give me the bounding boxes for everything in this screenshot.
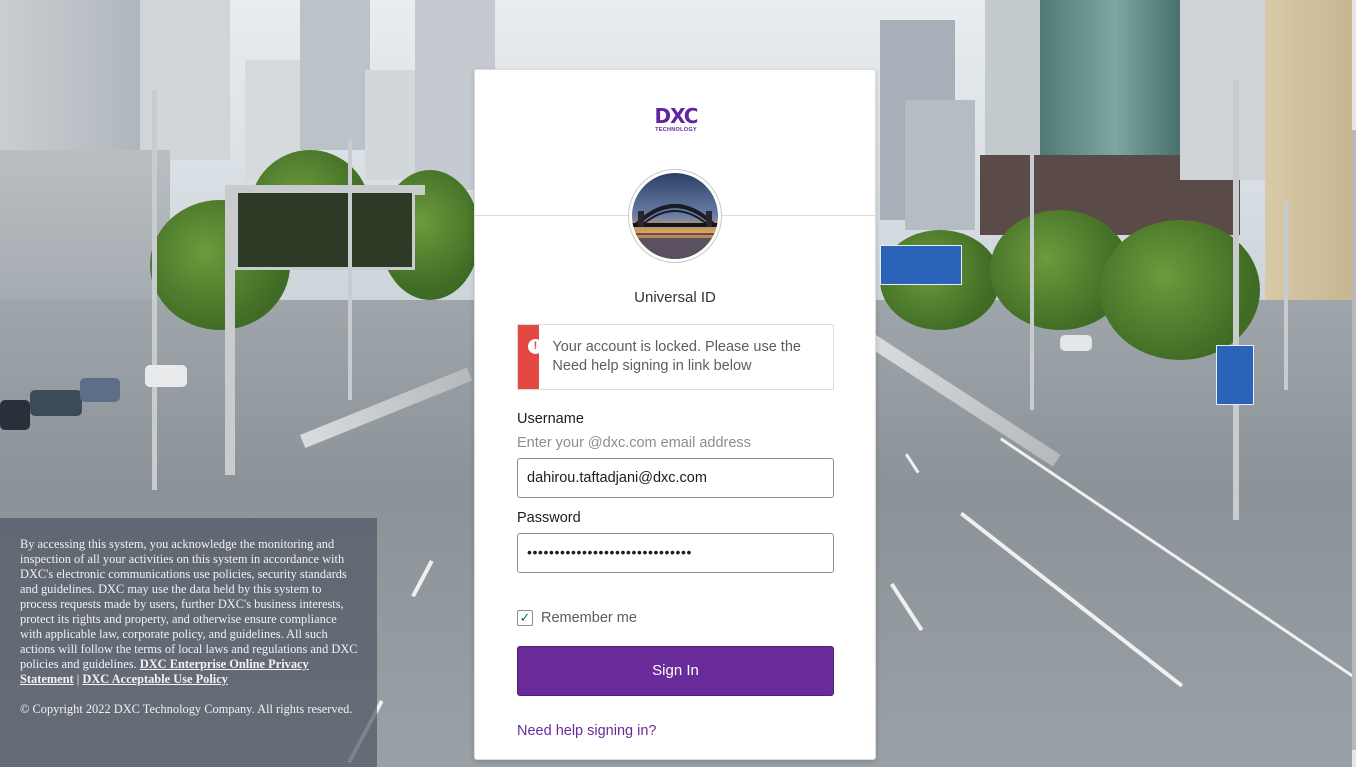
username-hint: Enter your @dxc.com email address — [517, 435, 751, 451]
need-help-link[interactable]: Need help signing in? — [517, 723, 656, 739]
alert-message: Your account is locked. Please use the N… — [552, 339, 801, 374]
alert-bar: ! — [518, 325, 543, 389]
remember-me[interactable]: ✓ Remember me — [517, 610, 637, 626]
disclaimer-text: By accessing this system, you acknowledg… — [20, 537, 358, 671]
username-label: Username — [517, 411, 584, 427]
logo-mark: DXC — [654, 104, 699, 128]
page-scrollbar[interactable] — [1352, 0, 1356, 767]
avatar — [628, 169, 722, 263]
username-input[interactable] — [517, 458, 834, 498]
remember-me-checkbox[interactable]: ✓ — [517, 610, 533, 626]
copyright-text: © Copyright 2022 DXC Technology Company.… — [20, 702, 353, 716]
harbour-bridge-image — [632, 173, 718, 259]
account-locked-alert: ! Your account is locked. Please use the… — [517, 324, 834, 390]
password-masked-value: •••••••••••••••••••••••••••••• — [527, 544, 693, 560]
login-card: DXC TECHNOLOGY Universal ID ! Your accou… — [474, 69, 876, 760]
sign-in-button[interactable]: Sign In — [517, 646, 834, 696]
link-separator: | — [76, 672, 80, 686]
acceptable-use-policy-link[interactable]: DXC Acceptable Use Policy — [82, 672, 228, 686]
page-title: Universal ID — [634, 289, 716, 306]
remember-me-label[interactable]: Remember me — [541, 610, 637, 626]
dxc-logo: DXC TECHNOLOGY — [652, 106, 700, 136]
scrollbar-thumb[interactable] — [1352, 130, 1356, 750]
password-label: Password — [517, 510, 581, 526]
logo-subtext: TECHNOLOGY — [655, 127, 697, 133]
legal-disclaimer: By accessing this system, you acknowledg… — [0, 518, 377, 767]
error-exclamation-icon: ! — [528, 339, 543, 354]
